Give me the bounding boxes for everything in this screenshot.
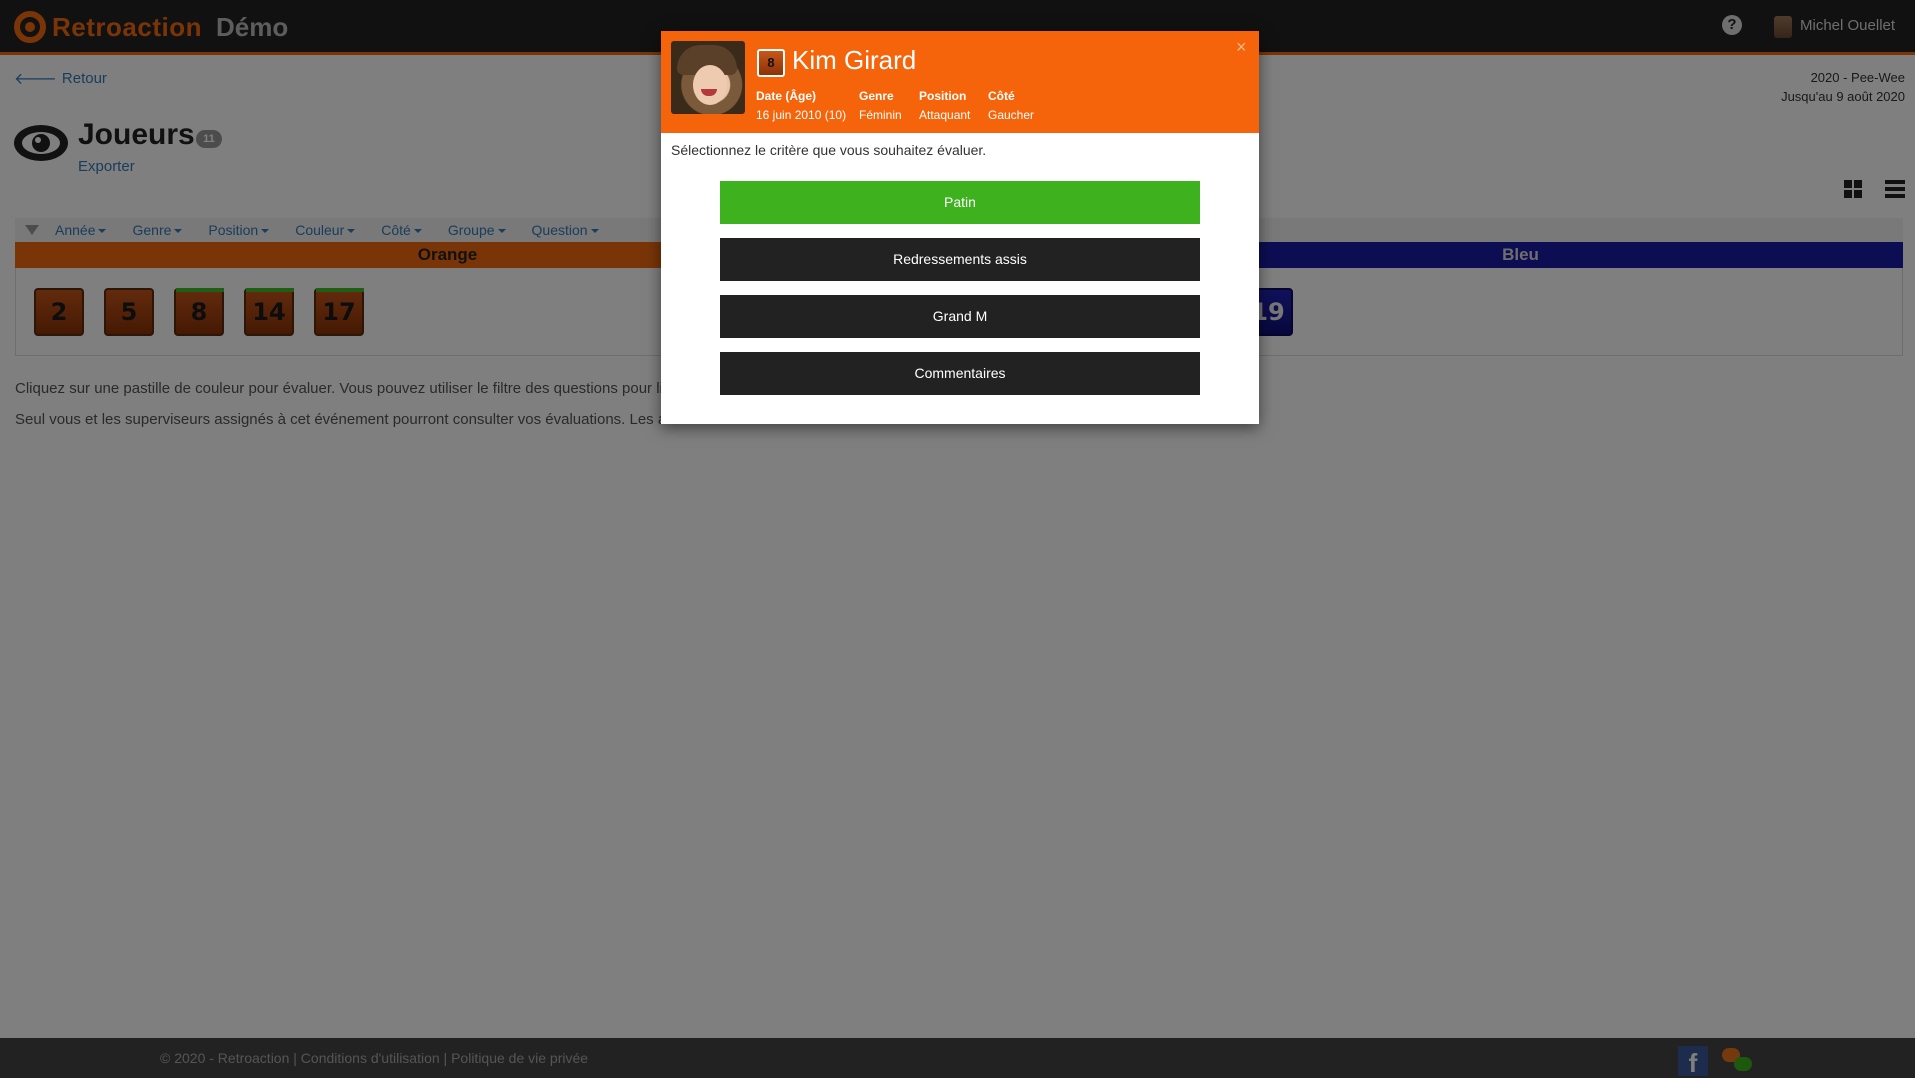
meta-position: Position Attaquant xyxy=(919,89,971,122)
player-photo xyxy=(671,41,745,114)
player-name: Kim Girard xyxy=(792,45,917,75)
criterion-button-grand-m[interactable]: Grand M xyxy=(720,295,1200,338)
criterion-button-patin[interactable]: Patin xyxy=(720,181,1200,224)
player-number-badge: 8 xyxy=(757,49,785,77)
close-icon[interactable]: × xyxy=(1236,37,1247,58)
meta-gender: Genre Féminin xyxy=(859,89,902,122)
player-evaluation-modal: 8 Kim Girard × Date (Âge) 16 juin 2010 (… xyxy=(661,31,1259,424)
modal-header: 8 Kim Girard × Date (Âge) 16 juin 2010 (… xyxy=(661,31,1259,133)
modal-instruction: Sélectionnez le critère que vous souhait… xyxy=(671,142,987,158)
meta-side: Côté Gaucher xyxy=(988,89,1035,122)
meta-birthdate: Date (Âge) 16 juin 2010 (10) xyxy=(756,89,847,122)
criterion-button-redressements-assis[interactable]: Redressements assis xyxy=(720,238,1200,281)
criterion-button-commentaires[interactable]: Commentaires xyxy=(720,352,1200,395)
